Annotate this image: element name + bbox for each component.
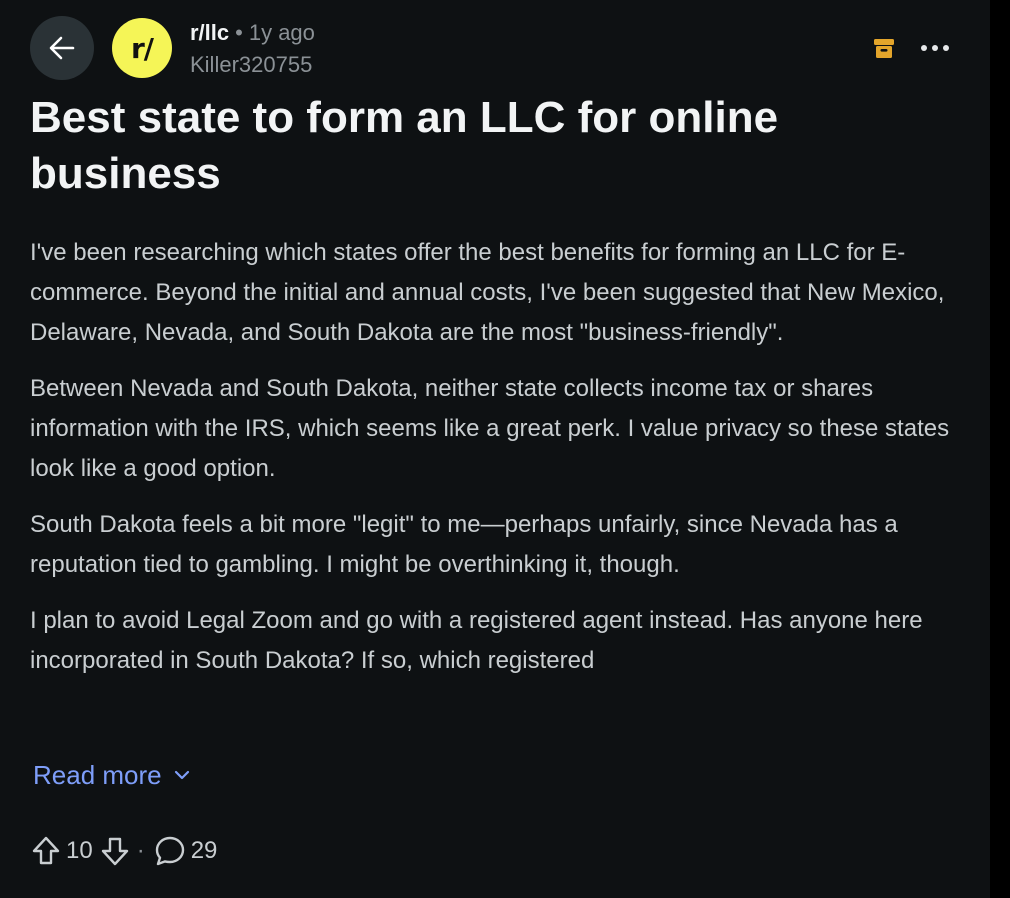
comment-count: 29 (190, 837, 218, 864)
chevron-down-icon (174, 770, 189, 780)
arrow-left-icon (49, 36, 75, 60)
actions-separator: · (136, 837, 145, 864)
post-meta: r/llc • 1y ago (190, 20, 315, 46)
upvote-arrow-icon (32, 836, 60, 865)
screen-edge (990, 0, 1000, 898)
post-actions: 10 · 29 (30, 833, 223, 869)
meta-separator: • (235, 20, 243, 45)
post-paragraph: South Dakota feels a bit more "legit" to… (30, 511, 898, 578)
body-fade-overlay (0, 675, 1000, 755)
archive-icon[interactable] (871, 35, 897, 61)
subreddit-name[interactable]: r/llc (190, 20, 229, 45)
post-paragraph: I plan to avoid Legal Zoom and go with a… (30, 607, 923, 674)
comments-button[interactable] (153, 834, 187, 868)
read-more-button[interactable]: Read more (33, 758, 190, 792)
downvote-button[interactable] (99, 835, 131, 867)
upvote-button[interactable] (30, 835, 62, 867)
post-title: Best state to form an LLC for online bus… (30, 93, 779, 198)
post-paragraph: Between Nevada and South Dakota, neither… (30, 375, 950, 482)
post-author[interactable]: Killer320755 (190, 52, 312, 78)
subreddit-avatar[interactable]: r/ (112, 18, 172, 78)
downvote-arrow-icon (101, 837, 128, 866)
post-screen: r/ r/llc • 1y ago Killer320755 Best state … (0, 0, 1000, 898)
post-paragraph: I've been researching which states offer… (30, 239, 945, 346)
comment-bubble-icon (155, 836, 184, 866)
read-more-label: Read more (33, 760, 162, 790)
more-horizontal-icon[interactable] (918, 35, 952, 61)
vote-count: 10 (66, 837, 93, 864)
post-age: 1y ago (248, 20, 315, 45)
back-button[interactable] (30, 16, 94, 80)
